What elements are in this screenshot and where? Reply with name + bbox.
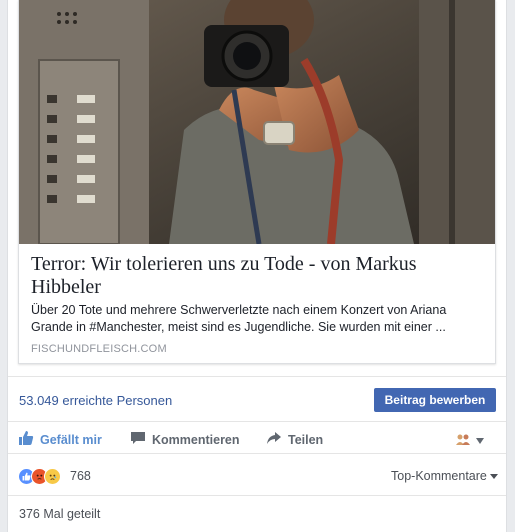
reach-count[interactable]: 53.049 (19, 393, 59, 408)
chevron-down-icon (490, 469, 499, 483)
link-title[interactable]: Terror: Wir tolerieren uns zu Tode - von… (31, 253, 471, 299)
share-summary-bar: 376 Mal geteilt (8, 495, 506, 532)
share-button[interactable]: Teilen (266, 430, 323, 449)
share-icon (266, 430, 282, 449)
reaction-summary[interactable] (18, 468, 61, 485)
link-preview-card[interactable]: Terror: Wir tolerieren uns zu Tode - von… (18, 0, 496, 364)
comment-label: Kommentieren (152, 432, 240, 447)
link-description: Über 20 Tote und mehrere Schwerverletzte… (31, 303, 447, 334)
comment-icon (130, 430, 146, 449)
reach-label[interactable]: erreichte Personen (62, 393, 172, 408)
comment-button[interactable]: Kommentieren (130, 430, 240, 449)
promote-post-button[interactable]: Beitrag bewerben (374, 388, 496, 412)
comment-sort-label: Top-Kommentare (391, 469, 487, 483)
link-domain: FISCHUNDFLEISCH.COM (31, 343, 167, 355)
reactions-bar: 768 Top-Kommentare (8, 462, 506, 492)
post-actions: Gefällt mir Kommentieren Teilen (8, 424, 506, 454)
audience-icon (455, 432, 471, 450)
sad-reaction-icon (44, 468, 61, 485)
like-icon (18, 430, 34, 449)
reach-summary[interactable]: 53.049 erreichte Personen (19, 393, 172, 408)
feed-post: Terror: Wir tolerieren uns zu Tode - von… (7, 0, 507, 532)
reach-bar: 53.049 erreichte Personen Beitrag bewerb… (8, 376, 506, 422)
chevron-down-icon (475, 432, 485, 450)
reaction-count[interactable]: 768 (70, 469, 91, 483)
share-count[interactable]: 376 Mal geteilt (19, 507, 100, 521)
like-label: Gefällt mir (40, 432, 102, 447)
like-button[interactable]: Gefällt mir (18, 430, 102, 449)
comment-sort-dropdown[interactable]: Top-Kommentare (391, 469, 499, 483)
audience-selector[interactable] (455, 432, 485, 450)
link-preview-image[interactable] (19, 0, 495, 244)
share-label: Teilen (288, 432, 324, 447)
